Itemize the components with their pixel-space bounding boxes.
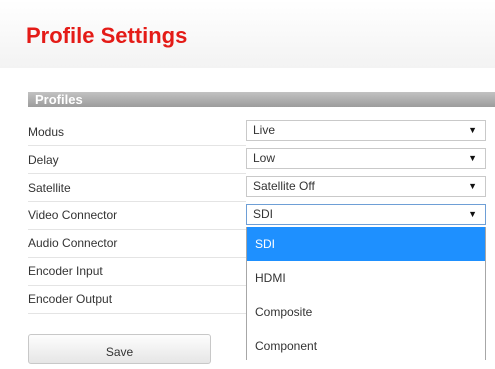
video-connector-select-value: SDI [253, 207, 274, 221]
chevron-down-icon: ▼ [468, 125, 477, 135]
label-modus: Modus [28, 125, 65, 139]
video-connector-dropdown: SDI HDMI Composite Component [246, 227, 486, 360]
label-video-connector: Video Connector [28, 208, 118, 222]
modus-select[interactable]: Live ▼ [246, 120, 486, 141]
row-divider [28, 201, 246, 202]
dropdown-option-component[interactable]: Component [247, 329, 485, 363]
label-encoder-input: Encoder Input [28, 264, 103, 278]
chevron-down-icon: ▼ [468, 181, 477, 191]
satellite-select-value: Satellite Off [253, 179, 315, 193]
page-header: Profile Settings [0, 0, 495, 68]
label-satellite: Satellite [28, 181, 71, 195]
label-audio-connector: Audio Connector [28, 236, 118, 250]
section-header-profiles: Profiles [28, 92, 495, 107]
dropdown-option-hdmi[interactable]: HDMI [247, 261, 485, 295]
chevron-down-icon: ▼ [468, 153, 477, 163]
dropdown-option-sdi[interactable]: SDI [247, 227, 485, 261]
row-divider [28, 229, 246, 230]
row-divider [28, 257, 246, 258]
row-divider [28, 285, 246, 286]
modus-select-value: Live [253, 123, 276, 137]
chevron-down-icon: ▼ [468, 209, 477, 219]
dropdown-option-composite[interactable]: Composite [247, 295, 485, 329]
row-divider [28, 173, 246, 174]
label-delay: Delay [28, 153, 59, 167]
delay-select[interactable]: Low ▼ [246, 148, 486, 169]
row-divider [28, 313, 246, 314]
row-divider [28, 145, 246, 146]
video-connector-select[interactable]: SDI ▼ [246, 204, 486, 225]
page-title: Profile Settings [26, 23, 188, 48]
delay-select-value: Low [253, 151, 276, 165]
label-encoder-output: Encoder Output [28, 292, 113, 306]
satellite-select[interactable]: Satellite Off ▼ [246, 176, 486, 197]
